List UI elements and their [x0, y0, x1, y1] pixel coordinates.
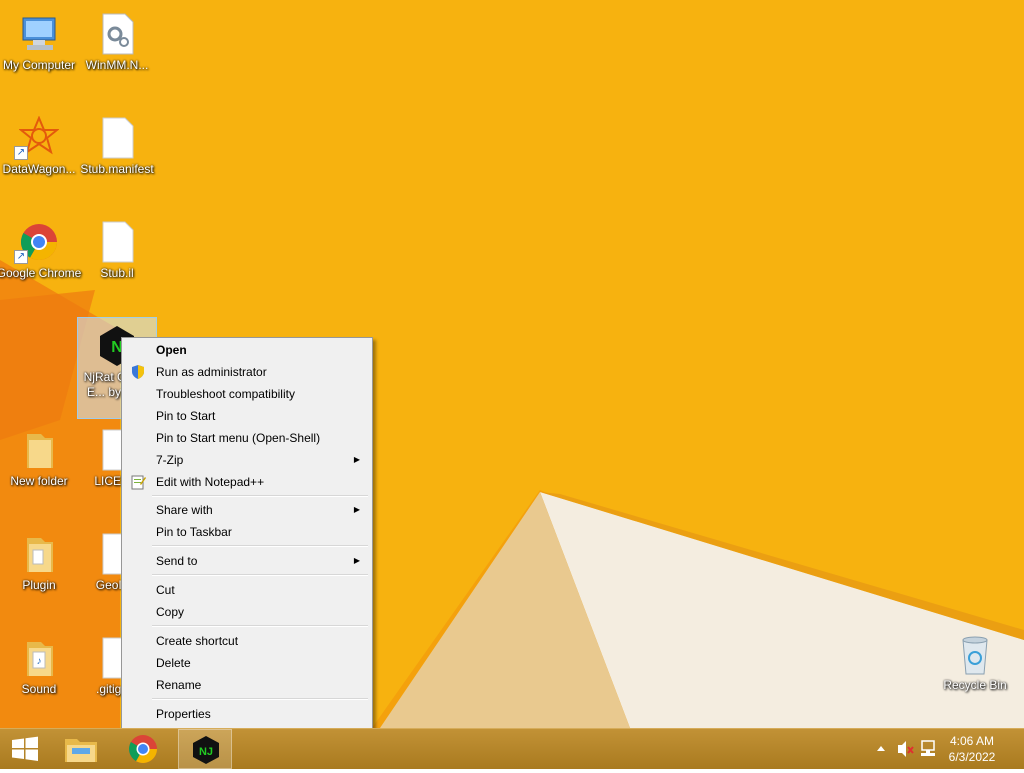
menu-item-pin-to-start[interactable]: Pin to Start	[124, 405, 370, 427]
submenu-arrow-icon: ▶	[353, 455, 360, 464]
shortcut-arrow-icon: ↗	[14, 250, 28, 264]
menu-separator	[152, 625, 368, 627]
menu-item-cut[interactable]: Cut	[124, 579, 370, 601]
menu-item-label: 7-Zip	[156, 453, 184, 467]
clock-date: 6/3/2022	[948, 750, 996, 764]
desktop-icon-plugin[interactable]: Plugin	[0, 526, 78, 626]
network-icon	[921, 740, 935, 756]
menu-item-label: Edit with Notepad++	[156, 475, 265, 489]
icon-label: New folder	[10, 474, 68, 488]
menu-item-label: Pin to Taskbar	[156, 525, 232, 539]
folder-icon	[27, 538, 53, 572]
taskbar-chrome[interactable]	[116, 729, 170, 769]
context-menu: Open Run as administrator Troubleshoot c…	[121, 337, 373, 728]
menu-item-label: Run as administrator	[156, 365, 267, 379]
menu-item-label: Share with	[156, 503, 213, 517]
icon-label: My Computer	[2, 58, 76, 72]
chrome-icon	[129, 735, 157, 763]
network-button[interactable]	[918, 729, 940, 769]
menu-item-create-shortcut[interactable]: Create shortcut	[124, 630, 370, 652]
icon-label: Stub.manifest	[80, 162, 154, 176]
taskbar: NJ 4:06 AM 6/3/2022	[0, 728, 1024, 769]
desktop-icon-my-computer[interactable]: My Computer	[0, 6, 78, 106]
menu-item-rename[interactable]: Rename	[124, 674, 370, 696]
file-explorer-icon	[65, 739, 97, 762]
show-hidden-icons-button[interactable]	[872, 729, 890, 769]
start-button[interactable]	[0, 729, 54, 769]
menu-item-pin-to-start-menu-open-shell[interactable]: Pin to Start menu (Open-Shell)	[124, 427, 370, 449]
icon-label: Google Chrome	[0, 266, 82, 280]
desktop-icon-recycle-bin[interactable]: Recycle Bin	[936, 626, 1014, 726]
menu-item-send-to[interactable]: Send to ▶	[124, 550, 370, 572]
desktop-icon-sound[interactable]: ♪ Sound	[0, 630, 78, 728]
taskbar-file-explorer[interactable]	[54, 729, 108, 769]
svg-text:♪: ♪	[37, 656, 42, 667]
clock[interactable]: 4:06 AM 6/3/2022	[940, 733, 1004, 765]
menu-separator	[152, 574, 368, 576]
menu-item-label: Copy	[156, 605, 185, 619]
menu-item-label: Delete	[156, 656, 191, 670]
menu-separator	[152, 495, 368, 497]
menu-item-label: Cut	[156, 583, 175, 597]
desktop-icon-new-folder[interactable]: New folder	[0, 422, 78, 522]
icon-label: DataWagon...	[2, 162, 76, 176]
file-icon	[102, 117, 134, 159]
uac-shield-icon	[132, 365, 144, 379]
menu-item-label: Troubleshoot compatibility	[156, 387, 295, 401]
menu-item-delete[interactable]: Delete	[124, 652, 370, 674]
desktop[interactable]: My Computer WinMM.N... ↗ DataWagon... St…	[0, 0, 1024, 728]
windows-logo-icon	[12, 736, 38, 761]
menu-separator	[152, 545, 368, 547]
submenu-arrow-icon: ▶	[353, 556, 360, 565]
chevron-up-icon	[877, 746, 885, 751]
menu-item-label: Send to	[156, 554, 198, 568]
clock-time: 4:06 AM	[949, 734, 995, 748]
music-folder-icon: ♪	[27, 642, 53, 676]
njrat-icon: NJ	[193, 736, 219, 764]
desktop-icon-google-chrome[interactable]: ↗ Google Chrome	[0, 214, 81, 314]
menu-item-properties[interactable]: Properties	[124, 703, 370, 725]
icon-label: Plugin	[22, 578, 56, 592]
notepadpp-icon	[131, 475, 146, 490]
menu-item-run-as-administrator[interactable]: Run as administrator	[124, 361, 370, 383]
menu-item-label: Properties	[156, 707, 211, 721]
desktop-icon-winmm[interactable]: WinMM.N...	[78, 6, 156, 106]
desktop-icon-datawagon[interactable]: ↗ DataWagon...	[0, 110, 78, 210]
menu-item-label: Pin to Start	[156, 409, 216, 423]
file-icon	[102, 221, 134, 263]
menu-item-label: Pin to Start menu (Open-Shell)	[156, 431, 321, 445]
taskbar-njrat[interactable]: NJ	[178, 729, 232, 769]
njrat-icon-text: NJ	[199, 746, 213, 758]
recycle-bin-icon	[962, 636, 988, 675]
volume-muted-icon	[898, 741, 914, 757]
menu-separator	[152, 698, 368, 700]
icon-label: Recycle Bin	[943, 678, 1007, 692]
folder-icon	[27, 434, 53, 468]
config-file-icon	[102, 13, 134, 55]
menu-item-open[interactable]: Open	[124, 339, 370, 361]
shortcut-arrow-icon: ↗	[14, 146, 28, 160]
desktop-icon-stub-manifest[interactable]: Stub.manifest	[78, 110, 156, 210]
menu-item-troubleshoot-compatibility[interactable]: Troubleshoot compatibility	[124, 383, 370, 405]
computer-icon	[22, 17, 56, 50]
submenu-arrow-icon: ▶	[353, 505, 360, 514]
icon-label: Sound	[21, 682, 57, 696]
menu-item-share-with[interactable]: Share with ▶	[124, 499, 370, 521]
menu-item-pin-to-taskbar[interactable]: Pin to Taskbar	[124, 521, 370, 543]
menu-item-label: Create shortcut	[156, 634, 239, 648]
desktop-icon-stub-il[interactable]: Stub.il	[78, 214, 156, 314]
volume-button[interactable]	[894, 729, 916, 769]
menu-item-label: Open	[156, 343, 187, 357]
menu-item-edit-with-notepadpp[interactable]: Edit with Notepad++	[124, 471, 370, 493]
icon-label: Stub.il	[100, 266, 134, 280]
menu-item-label: Rename	[156, 678, 202, 692]
icon-label: WinMM.N...	[85, 58, 149, 72]
menu-item-7zip[interactable]: 7-Zip ▶	[124, 449, 370, 471]
menu-item-copy[interactable]: Copy	[124, 601, 370, 623]
